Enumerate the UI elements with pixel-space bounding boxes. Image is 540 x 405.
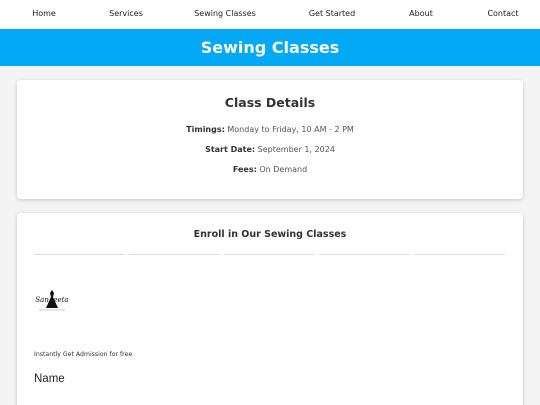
nav-link-get-started[interactable]: Get Started	[309, 9, 355, 18]
top-navigation: Home Services Sewing Classes Get Started…	[0, 0, 540, 29]
class-details-card: Class Details Timings: Monday to Friday,…	[17, 80, 523, 199]
class-details-title: Class Details	[224, 95, 316, 110]
fees-row: Fees: On Demand	[17, 165, 523, 174]
form-step-indicator	[319, 254, 410, 255]
logo-text: Sangeeta	[35, 296, 69, 304]
timings-label: Timings:	[186, 125, 225, 134]
timings-row: Timings: Monday to Friday, 10 AM - 2 PM	[17, 125, 523, 134]
fees-label: Fees:	[232, 165, 257, 174]
nav-link-sewing-classes[interactable]: Sewing Classes	[194, 9, 256, 18]
nav-link-services[interactable]: Services	[109, 9, 143, 18]
admission-text: Instantly Get Admission for free	[34, 351, 133, 358]
form-step-indicator	[34, 254, 125, 255]
start-date-value: September 1, 2024	[257, 145, 335, 154]
start-date-row: Start Date: September 1, 2024	[17, 145, 523, 154]
enroll-title: Enroll in Our Sewing Classes	[193, 229, 347, 240]
form-step-indicator	[224, 254, 315, 255]
timings-value: Monday to Friday, 10 AM - 2 PM	[227, 125, 354, 134]
page-banner: Sewing Classes	[0, 29, 540, 66]
nav-link-about[interactable]: About	[409, 9, 433, 18]
page-title: Sewing Classes	[200, 38, 340, 57]
start-date-label: Start Date:	[205, 145, 256, 154]
nav-link-home[interactable]: Home	[32, 9, 56, 18]
sangeeta-logo: Sangeeta	[34, 288, 70, 314]
form-step-indicator	[129, 254, 220, 255]
enroll-card: Enroll in Our Sewing Classes Sangeeta In…	[17, 213, 523, 405]
name-field-label: Name	[34, 373, 65, 385]
nav-link-contact[interactable]: Contact	[487, 9, 518, 18]
fees-value: On Demand	[259, 165, 308, 174]
form-step-indicator	[414, 254, 505, 255]
